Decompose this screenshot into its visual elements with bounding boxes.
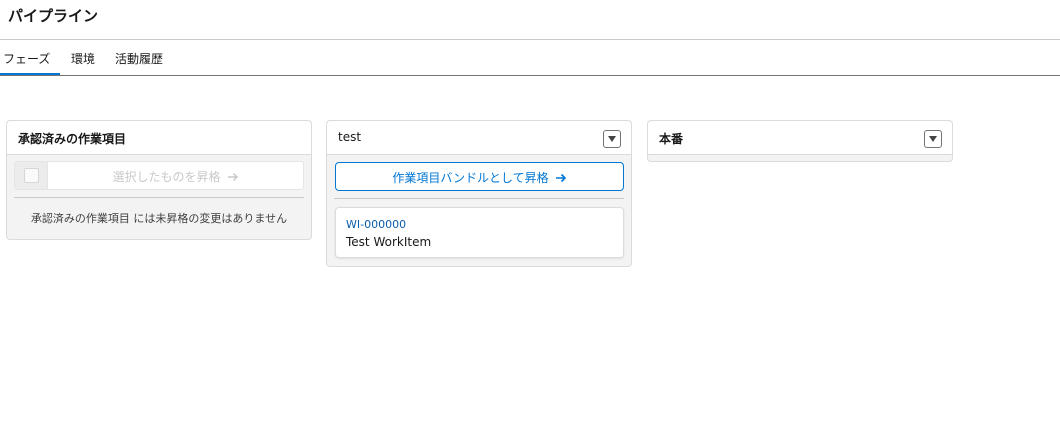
page-header: パイプライン bbox=[0, 0, 1060, 40]
column-divider bbox=[14, 197, 304, 198]
column-divider bbox=[334, 198, 624, 199]
work-item-id-link[interactable]: WI-000000 bbox=[346, 218, 406, 231]
page-title: パイプライン bbox=[8, 7, 99, 25]
tab-phases[interactable]: フェーズ bbox=[0, 50, 61, 75]
promote-bundle-label: 作業項目バンドルとして昇格 bbox=[392, 171, 549, 185]
stage-menu-button[interactable] bbox=[603, 130, 621, 148]
arrow-right-icon bbox=[555, 172, 567, 186]
column-header: 本番 bbox=[648, 121, 952, 155]
tab-bar: フェーズ 環境 活動履歴 bbox=[0, 40, 1060, 76]
stage-menu-button[interactable] bbox=[924, 130, 942, 148]
column-header: 承認済みの作業項目 bbox=[7, 121, 311, 155]
stage-column-test: test 作業項目バンドルとして昇格 WI-000000 Test WorkIt… bbox=[326, 120, 632, 267]
work-item-card[interactable]: WI-000000 Test WorkItem bbox=[335, 207, 624, 258]
promote-bundle-button[interactable]: 作業項目バンドルとして昇格 bbox=[335, 162, 624, 191]
arrow-right-icon bbox=[227, 171, 239, 185]
column-title: 本番 bbox=[659, 132, 684, 146]
promote-selected-button[interactable]: 選択したものを昇格 bbox=[48, 168, 303, 185]
tab-environments[interactable]: 環境 bbox=[71, 50, 95, 67]
column-title: test bbox=[338, 130, 362, 144]
column-header: test bbox=[327, 121, 631, 155]
promote-selected-row: 選択したものを昇格 bbox=[14, 161, 304, 190]
chevron-down-icon bbox=[929, 136, 937, 142]
stage-column-approved: 承認済みの作業項目 選択したものを昇格 承認済みの作業項目 には未昇格の変更はあ… bbox=[6, 120, 312, 240]
empty-message: 承認済みの作業項目 には未昇格の変更はありません bbox=[30, 212, 288, 225]
select-all-cell bbox=[15, 162, 48, 189]
select-all-checkbox[interactable] bbox=[24, 168, 39, 183]
promote-selected-label: 選択したものを昇格 bbox=[112, 170, 221, 184]
tab-activity-history[interactable]: 活動履歴 bbox=[115, 50, 163, 67]
column-title: 承認済みの作業項目 bbox=[18, 132, 127, 146]
stage-column-production: 本番 bbox=[647, 120, 953, 162]
work-item-name: Test WorkItem bbox=[346, 235, 432, 249]
chevron-down-icon bbox=[608, 136, 616, 142]
